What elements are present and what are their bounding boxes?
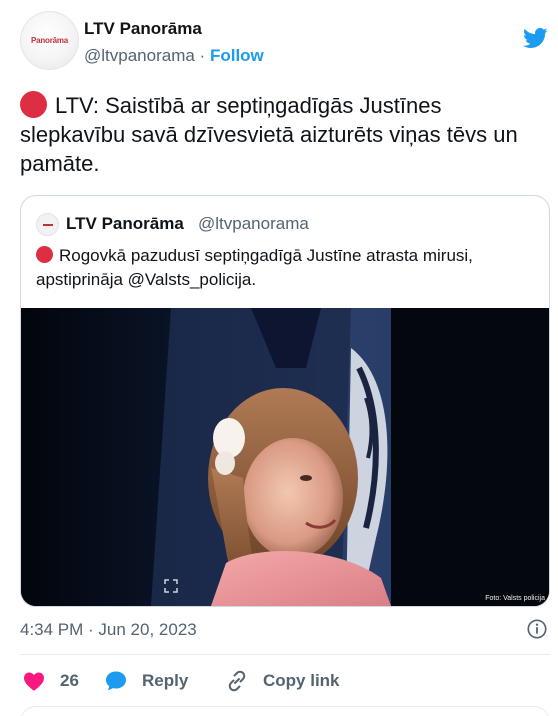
like-count: 26 [60, 671, 79, 690]
author-handle-line: @ltvpanorama · Follow [84, 46, 264, 66]
like-button[interactable]: 26 [22, 666, 79, 696]
quoted-tweet-photo[interactable]: Foto: Valsts policija [21, 308, 549, 606]
speech-bubble-icon [106, 671, 126, 691]
copy-link-label: Copy link [263, 671, 340, 690]
embedded-tweet: Panorāma LTV Panorāma @ltvpanorama · Fol… [0, 0, 558, 716]
copy-link-button[interactable]: Copy link [225, 666, 340, 696]
quoted-author-avatar [36, 213, 59, 236]
tweet-header: Panorāma LTV Panorāma @ltvpanorama · Fol… [20, 11, 558, 71]
tweet-actions: 26 Reply Copy link [20, 666, 558, 696]
quoted-tweet-text: Rogovkā pazudusī septiņgadīgā Justīne at… [36, 244, 536, 292]
tweet-text: LTV: Saistībā ar septiņgadīgās Justīnes … [20, 91, 550, 178]
quoted-tweet-body: Rogovkā pazudusī septiņgadīgā Justīne at… [36, 246, 473, 289]
author-avatar[interactable]: Panorāma [20, 11, 79, 70]
info-icon[interactable] [526, 618, 548, 640]
expand-image-icon[interactable] [164, 579, 178, 593]
photo-credit: Foto: Valsts policija [485, 595, 545, 602]
reply-button[interactable]: Reply [104, 666, 188, 696]
photo-image [21, 308, 549, 606]
heart-icon [24, 672, 44, 691]
reply-label: Reply [142, 671, 189, 690]
avatar-logo-text: Panorāma [30, 36, 69, 45]
read-replies-card[interactable] [20, 706, 550, 716]
handle-separator: · [199, 46, 206, 65]
quoted-author-handle: @ltvpanorama [198, 214, 309, 233]
author-name[interactable]: LTV Panorāma [84, 19, 202, 39]
quoted-author-name: LTV Panorāma [66, 214, 184, 233]
twitter-bird-icon[interactable] [520, 25, 550, 51]
tweet-timestamp[interactable]: 4:34 PM · Jun 20, 2023 [20, 620, 197, 640]
quoted-avatar-logo-mark [42, 223, 53, 226]
red-circle-emoji-icon [36, 246, 53, 263]
divider [20, 654, 550, 655]
quoted-tweet[interactable]: LTV Panorāma @ltvpanorama Rogovkā pazudu… [20, 195, 550, 607]
tweet-body: LTV: Saistībā ar septiņgadīgās Justīnes … [20, 93, 518, 176]
red-circle-emoji-icon [20, 91, 47, 118]
link-icon [228, 670, 246, 692]
follow-button[interactable]: Follow [210, 46, 264, 65]
author-handle[interactable]: @ltvpanorama [84, 46, 195, 65]
